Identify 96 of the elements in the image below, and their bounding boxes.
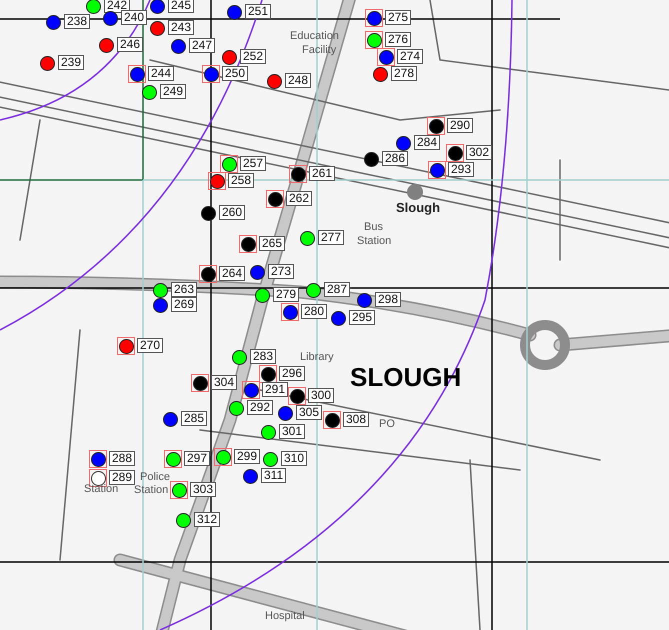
map-marker[interactable] — [98, 38, 114, 52]
marker-label: 242 — [104, 0, 130, 13]
marker-label: 310 — [281, 451, 308, 466]
marker-label: 283 — [250, 349, 276, 364]
marker-label: 247 — [189, 38, 216, 53]
marker-label: 295 — [349, 310, 376, 325]
map-marker[interactable] — [170, 38, 186, 54]
map-marker[interactable] — [232, 350, 246, 364]
marker-label: 240 — [121, 10, 148, 25]
map-marker[interactable] — [142, 84, 156, 100]
map-marker[interactable] — [262, 452, 278, 466]
marker-label: 302 — [466, 145, 492, 160]
map-marker[interactable] — [86, 0, 100, 14]
place-label: Station — [357, 235, 392, 247]
map-marker[interactable] — [372, 66, 388, 82]
map-marker[interactable] — [150, 0, 164, 14]
marker-label: 248 — [285, 73, 312, 88]
marker-label: 277 — [318, 230, 344, 245]
marker-label: 289 — [109, 470, 136, 485]
map-marker[interactable] — [152, 298, 168, 312]
marker-label: 308 — [343, 412, 370, 427]
map-marker[interactable] — [306, 282, 320, 298]
marker-label: 263 — [171, 282, 198, 297]
marker-label: 297 — [184, 451, 210, 466]
marker-label: 305 — [296, 405, 322, 420]
marker-label: 270 — [137, 338, 164, 353]
marker-label: 298 — [375, 292, 402, 307]
marker-label: 257 — [240, 156, 266, 171]
marker-label: 303 — [190, 482, 216, 497]
marker-label: 296 — [279, 366, 306, 381]
map-marker[interactable] — [266, 74, 282, 88]
marker-label: 279 — [273, 287, 300, 302]
place-label: Slough — [396, 200, 440, 215]
marker-label: 251 — [245, 4, 272, 19]
marker-label: 274 — [397, 49, 424, 64]
map-marker[interactable] — [150, 20, 164, 36]
place-label: Hospital — [265, 610, 305, 622]
map-marker[interactable] — [330, 310, 346, 326]
marker-label: 280 — [301, 304, 328, 319]
marker-label: 300 — [308, 388, 334, 403]
map-marker[interactable] — [162, 412, 178, 426]
place-label: Bus — [364, 221, 383, 233]
marker-label: 291 — [262, 382, 288, 397]
map-marker[interactable] — [278, 406, 292, 420]
marker-label: 284 — [414, 135, 440, 150]
marker-label: 243 — [168, 20, 194, 35]
marker-label: 260 — [219, 205, 246, 220]
marker-label: 238 — [64, 14, 90, 29]
marker-label: 311 — [261, 468, 286, 483]
place-label: Police — [140, 471, 170, 483]
marker-label: 286 — [382, 151, 408, 166]
marker-label: 299 — [234, 449, 260, 464]
map-marker[interactable] — [226, 4, 242, 20]
place-label: PO — [379, 418, 395, 430]
map-marker[interactable] — [176, 512, 190, 528]
marker-label: 312 — [194, 512, 220, 527]
marker-label: 276 — [385, 32, 412, 47]
marker-label: 250 — [222, 66, 248, 81]
marker-label: 304 — [211, 375, 238, 390]
place-label: Library — [300, 351, 334, 363]
map-marker[interactable] — [250, 264, 264, 280]
marker-label: 287 — [324, 282, 350, 297]
map-marker[interactable] — [46, 14, 60, 30]
marker-label: 239 — [58, 55, 84, 70]
map-marker[interactable] — [260, 424, 276, 440]
station-icon — [407, 184, 423, 200]
marker-label: 301 — [279, 424, 306, 439]
marker-label: 245 — [168, 0, 194, 13]
place-label: Station — [134, 484, 168, 496]
marker-label: 285 — [181, 411, 208, 426]
marker-label: 290 — [447, 118, 474, 133]
marker-label: 293 — [448, 162, 474, 177]
marker-label: 244 — [148, 66, 174, 81]
marker-label: 265 — [259, 236, 286, 251]
map-marker[interactable] — [222, 50, 236, 64]
marker-label: 269 — [171, 297, 198, 312]
marker-label: 288 — [109, 451, 136, 466]
marker-label: 258 — [228, 173, 254, 188]
map-marker[interactable] — [40, 56, 54, 70]
place-label: Station — [84, 483, 118, 495]
marker-label: 264 — [219, 266, 246, 281]
map-marker[interactable] — [364, 152, 378, 166]
marker-label: 273 — [268, 264, 294, 279]
marker-label: 261 — [309, 166, 336, 181]
map-marker[interactable] — [396, 136, 410, 150]
marker-label: 278 — [391, 66, 418, 81]
map-marker[interactable] — [102, 10, 118, 26]
marker-label: 262 — [286, 191, 312, 206]
marker-label: 252 — [240, 49, 266, 64]
map-marker[interactable] — [300, 230, 314, 246]
marker-label: 246 — [117, 37, 144, 52]
map-marker[interactable] — [242, 468, 258, 484]
marker-label: 292 — [247, 400, 274, 415]
marker-label: 249 — [160, 84, 186, 99]
marker-label: 275 — [385, 10, 412, 25]
map-marker[interactable] — [200, 206, 216, 220]
